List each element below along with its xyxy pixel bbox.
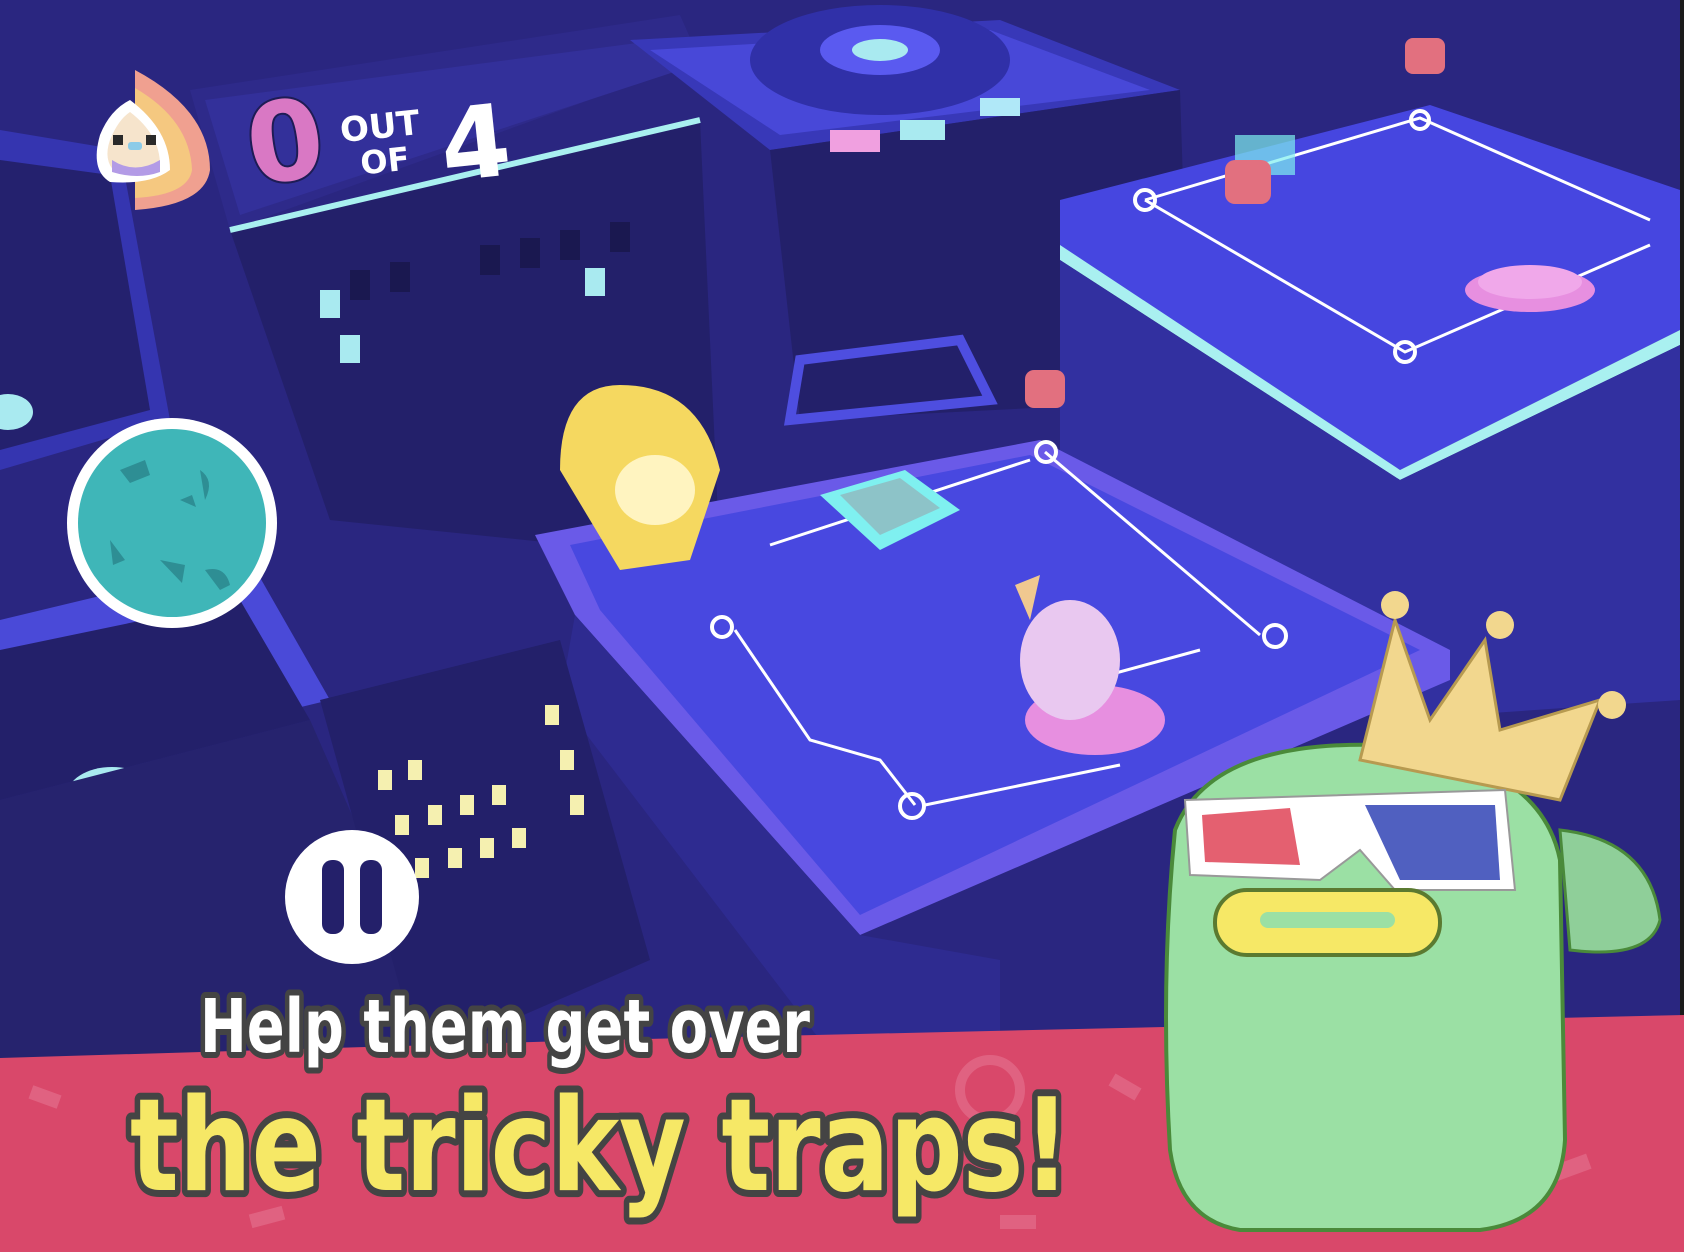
score-total: 4 — [435, 82, 516, 206]
caption-line-2: the tricky traps! — [130, 1072, 1070, 1221]
score-of-label: OF — [359, 140, 412, 183]
pause-button[interactable] — [285, 830, 419, 964]
caption-line-1: Help them get over — [200, 984, 810, 1070]
virtual-joystick[interactable] — [67, 418, 277, 628]
game-scene: 0 OUT OF 4 Help them get over the tricky… — [0, 0, 1684, 1252]
